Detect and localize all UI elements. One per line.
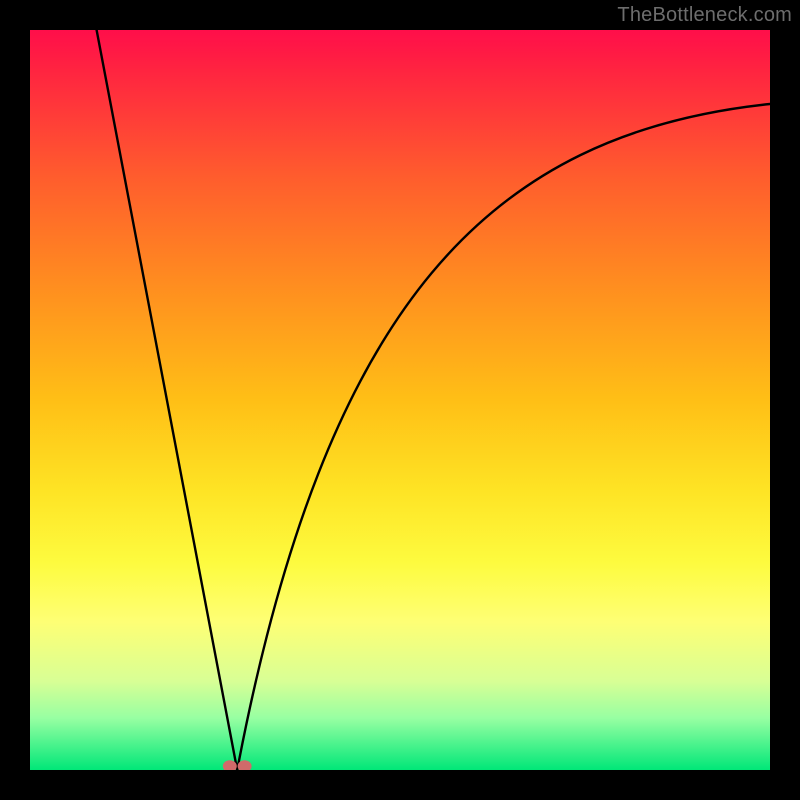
plot-area	[30, 30, 770, 770]
curve-svg	[30, 30, 770, 770]
bottleneck-curve	[97, 30, 770, 770]
watermark-text: TheBottleneck.com	[617, 4, 792, 27]
chart-frame: TheBottleneck.com	[0, 0, 800, 800]
